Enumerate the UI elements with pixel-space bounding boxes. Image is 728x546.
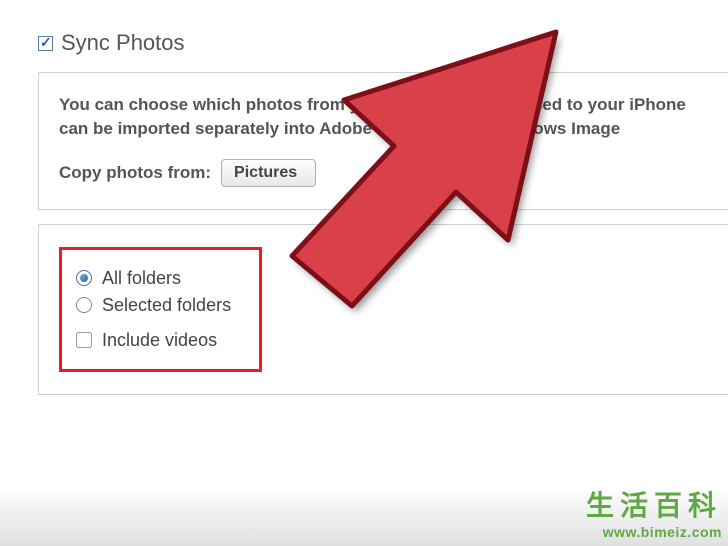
include-videos-row[interactable]: Include videos bbox=[76, 330, 231, 351]
all-folders-row[interactable]: All folders bbox=[76, 268, 231, 289]
watermark: 生活百科 www.bimeiz.com bbox=[586, 484, 722, 540]
sync-photos-title: Sync Photos bbox=[61, 30, 185, 56]
info-line-1: You can choose which photos from your co… bbox=[59, 93, 708, 117]
selected-folders-radio[interactable] bbox=[76, 297, 92, 313]
include-videos-label: Include videos bbox=[102, 330, 217, 351]
include-videos-checkbox[interactable] bbox=[76, 332, 92, 348]
sync-photos-checkbox[interactable] bbox=[38, 36, 53, 51]
all-folders-radio[interactable] bbox=[76, 270, 92, 286]
selected-folders-label: Selected folders bbox=[102, 295, 231, 316]
folders-highlight: All folders Selected folders Include vid… bbox=[59, 247, 262, 372]
copy-from-dropdown[interactable]: Pictures bbox=[221, 159, 316, 187]
selected-folders-row[interactable]: Selected folders bbox=[76, 295, 231, 316]
folders-panel: All folders Selected folders Include vid… bbox=[38, 224, 728, 395]
copy-from-label: Copy photos from: bbox=[59, 163, 211, 183]
watermark-chinese: 生活百科 bbox=[586, 484, 722, 524]
info-line-2: can be imported separately into Adobe Ph… bbox=[59, 117, 708, 141]
info-panel: You can choose which photos from your co… bbox=[38, 72, 728, 210]
watermark-url: www.bimeiz.com bbox=[586, 524, 722, 540]
all-folders-label: All folders bbox=[102, 268, 181, 289]
sync-photos-header: Sync Photos bbox=[38, 30, 728, 56]
